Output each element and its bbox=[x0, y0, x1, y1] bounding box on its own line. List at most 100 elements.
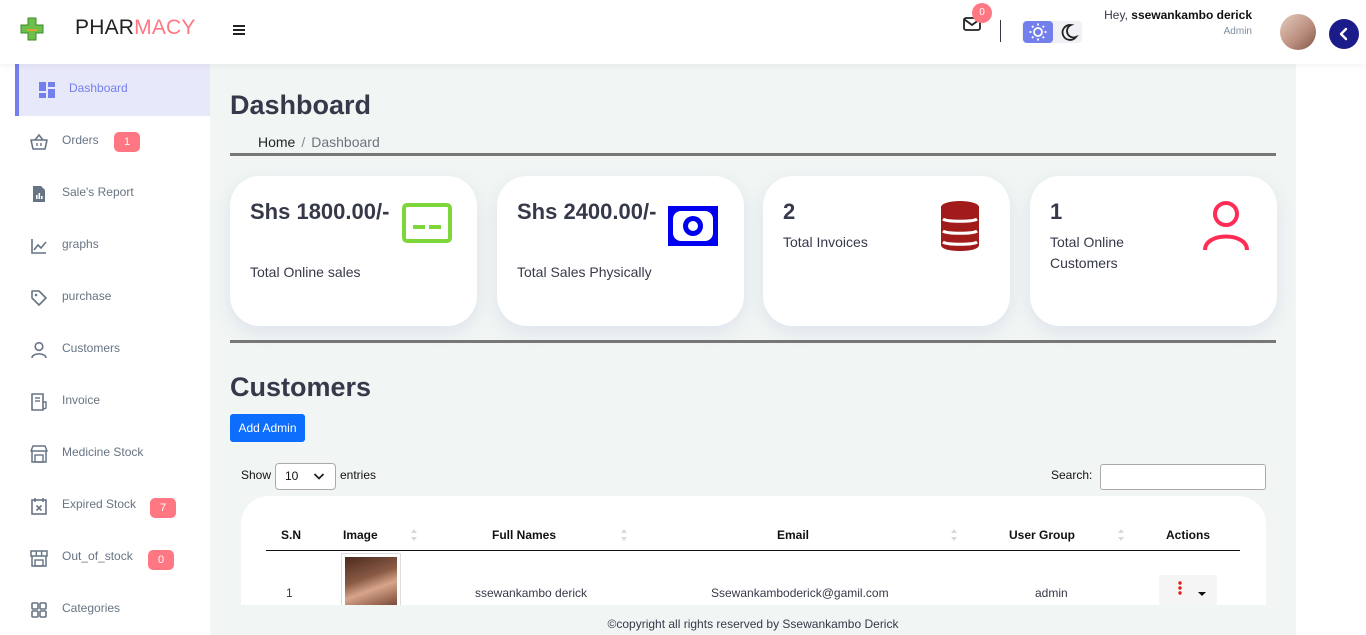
main-content: Dashboard Home / Dashboard Shs 1800.00/- T… bbox=[210, 64, 1296, 605]
expired-count-badge: 7 bbox=[150, 498, 176, 518]
user-role: Admin bbox=[1223, 26, 1252, 37]
store-icon bbox=[30, 445, 48, 463]
mail-count-badge: 0 bbox=[972, 3, 992, 23]
sidebar-item-invoice[interactable]: Invoice bbox=[15, 376, 210, 428]
page-title: Dashboard bbox=[230, 90, 372, 120]
top-bar: PHARMACY 0 Hey, ssewankambo derick Admin bbox=[0, 0, 1366, 64]
stat-value: 2 bbox=[783, 199, 796, 224]
customer-photo bbox=[341, 553, 401, 605]
show-label: Show bbox=[241, 468, 272, 482]
theme-toggle[interactable] bbox=[1022, 21, 1082, 43]
entries-label: entries bbox=[340, 468, 377, 482]
sidebar-item-label: Sale's Report bbox=[62, 185, 134, 199]
stat-card-online-sales: Shs 1800.00/- Total Online sales bbox=[230, 176, 477, 326]
sidebar-item-label: Out_of_stock bbox=[62, 549, 133, 563]
search-input[interactable] bbox=[1100, 464, 1266, 490]
sidebar: Dashboard Orders 1 Sale's Report graphs … bbox=[0, 64, 210, 635]
sidebar-item-categories[interactable]: Categories bbox=[15, 584, 210, 635]
row-user-group: admin bbox=[1035, 586, 1068, 600]
brand-name: PHAR bbox=[75, 16, 135, 39]
sidebar-item-label: Medicine Stock bbox=[62, 445, 144, 459]
sort-icon[interactable] bbox=[950, 528, 958, 542]
light-mode-button[interactable] bbox=[1023, 21, 1053, 43]
sidebar-item-label: Categories bbox=[62, 601, 121, 615]
more-vertical-icon bbox=[1178, 581, 1206, 596]
stat-caption: Total Sales Physically bbox=[517, 264, 652, 280]
brand-logo[interactable]: PHARMACY bbox=[75, 16, 196, 40]
footer: ©copyright all rights reserved by Ssewan… bbox=[210, 605, 1296, 635]
photo-image bbox=[345, 557, 397, 605]
divider bbox=[1000, 20, 1001, 42]
column-header-sn[interactable]: S.N bbox=[281, 528, 301, 542]
stat-value: Shs 2400.00/- bbox=[517, 199, 657, 224]
sidebar-item-sales-report[interactable]: Sale's Report bbox=[15, 168, 210, 220]
column-header-user-group[interactable]: User Group bbox=[1009, 528, 1075, 542]
column-header-actions: Actions bbox=[1166, 528, 1211, 542]
sort-icon[interactable] bbox=[620, 528, 628, 542]
sidebar-item-label: Dashboard bbox=[69, 81, 128, 95]
stat-value: 1 bbox=[1050, 199, 1063, 224]
row-sn: 1 bbox=[286, 586, 293, 600]
sidebar-item-out-of-stock[interactable]: Out_of_stock 0 bbox=[15, 532, 210, 584]
breadcrumb-current: Dashboard bbox=[311, 134, 380, 150]
search-label: Search: bbox=[1051, 468, 1093, 482]
stat-caption: Total Online sales bbox=[250, 264, 361, 280]
stat-card-online-customers: 1 Total Online Customers bbox=[1030, 176, 1277, 326]
breadcrumb-home[interactable]: Home bbox=[258, 134, 295, 150]
sidebar-item-orders[interactable]: Orders 1 bbox=[15, 116, 210, 168]
sidebar-item-label: Customers bbox=[62, 341, 121, 355]
sidebar-item-expired-stock[interactable]: Expired Stock 7 bbox=[15, 480, 210, 532]
sidebar-item-graphs[interactable]: graphs bbox=[15, 220, 210, 272]
cash-icon bbox=[668, 206, 718, 246]
collapse-button[interactable] bbox=[1329, 19, 1359, 49]
avatar[interactable] bbox=[1280, 14, 1316, 50]
column-header-email[interactable]: Email bbox=[777, 528, 809, 542]
greeting-text: Hey, bbox=[1104, 8, 1128, 22]
stat-caption: Total Invoices bbox=[783, 234, 868, 250]
sort-icon[interactable] bbox=[1117, 528, 1125, 542]
breadcrumb: Home / Dashboard bbox=[258, 134, 380, 150]
right-panel bbox=[1296, 64, 1366, 635]
shop-icon bbox=[30, 550, 48, 567]
medical-cross-icon bbox=[20, 17, 44, 41]
sort-icon[interactable] bbox=[410, 528, 418, 542]
add-admin-button[interactable]: Add Admin bbox=[230, 414, 305, 442]
stat-card-invoices: 2 Total Invoices bbox=[763, 176, 1010, 326]
customers-table: S.N Image Full Names Email User Group Ac… bbox=[241, 496, 1266, 605]
header-divider bbox=[266, 550, 1240, 551]
sidebar-item-label: Expired Stock bbox=[62, 497, 137, 511]
username: ssewankambo derick bbox=[1131, 8, 1252, 22]
divider bbox=[230, 340, 1276, 343]
row-full-name: ssewankambo derick bbox=[475, 586, 588, 600]
chevron-left-icon bbox=[1339, 27, 1348, 41]
sidebar-item-label: graphs bbox=[62, 237, 99, 251]
stat-card-physical-sales: Shs 2400.00/- Total Sales Physically bbox=[497, 176, 744, 326]
sidebar-item-customers[interactable]: Customers bbox=[15, 324, 210, 376]
section-title: Customers bbox=[230, 372, 372, 402]
sidebar-item-dashboard[interactable]: Dashboard bbox=[15, 64, 210, 116]
basket-icon bbox=[30, 133, 48, 150]
sun-icon bbox=[1029, 23, 1047, 41]
sidebar-item-label: purchase bbox=[62, 289, 112, 303]
sidebar-item-medicine-stock[interactable]: Medicine Stock bbox=[15, 428, 210, 480]
row-email: Ssewankamboderick@gamil.com bbox=[711, 586, 889, 600]
report-icon bbox=[33, 186, 45, 202]
row-actions-button[interactable] bbox=[1159, 575, 1217, 605]
page-size-select[interactable]: 10 bbox=[275, 463, 336, 490]
user-icon bbox=[1203, 201, 1249, 251]
database-icon bbox=[941, 201, 979, 251]
out-of-stock-count-badge: 0 bbox=[148, 550, 174, 570]
person-icon bbox=[31, 341, 47, 359]
stat-value: Shs 1800.00/- bbox=[250, 199, 390, 224]
dark-mode-button[interactable] bbox=[1056, 21, 1080, 43]
grid-icon bbox=[31, 602, 47, 618]
page-size-value: 10 bbox=[285, 469, 299, 483]
sidebar-item-purchase[interactable]: purchase bbox=[15, 272, 210, 324]
orders-count-badge: 1 bbox=[114, 132, 140, 152]
dashboard-icon bbox=[39, 82, 55, 98]
column-header-image[interactable]: Image bbox=[343, 528, 378, 542]
brand-name-accent: MACY bbox=[134, 16, 196, 39]
column-header-full-names[interactable]: Full Names bbox=[492, 528, 556, 542]
hamburger-menu-icon[interactable] bbox=[229, 20, 249, 40]
divider bbox=[230, 153, 1276, 156]
